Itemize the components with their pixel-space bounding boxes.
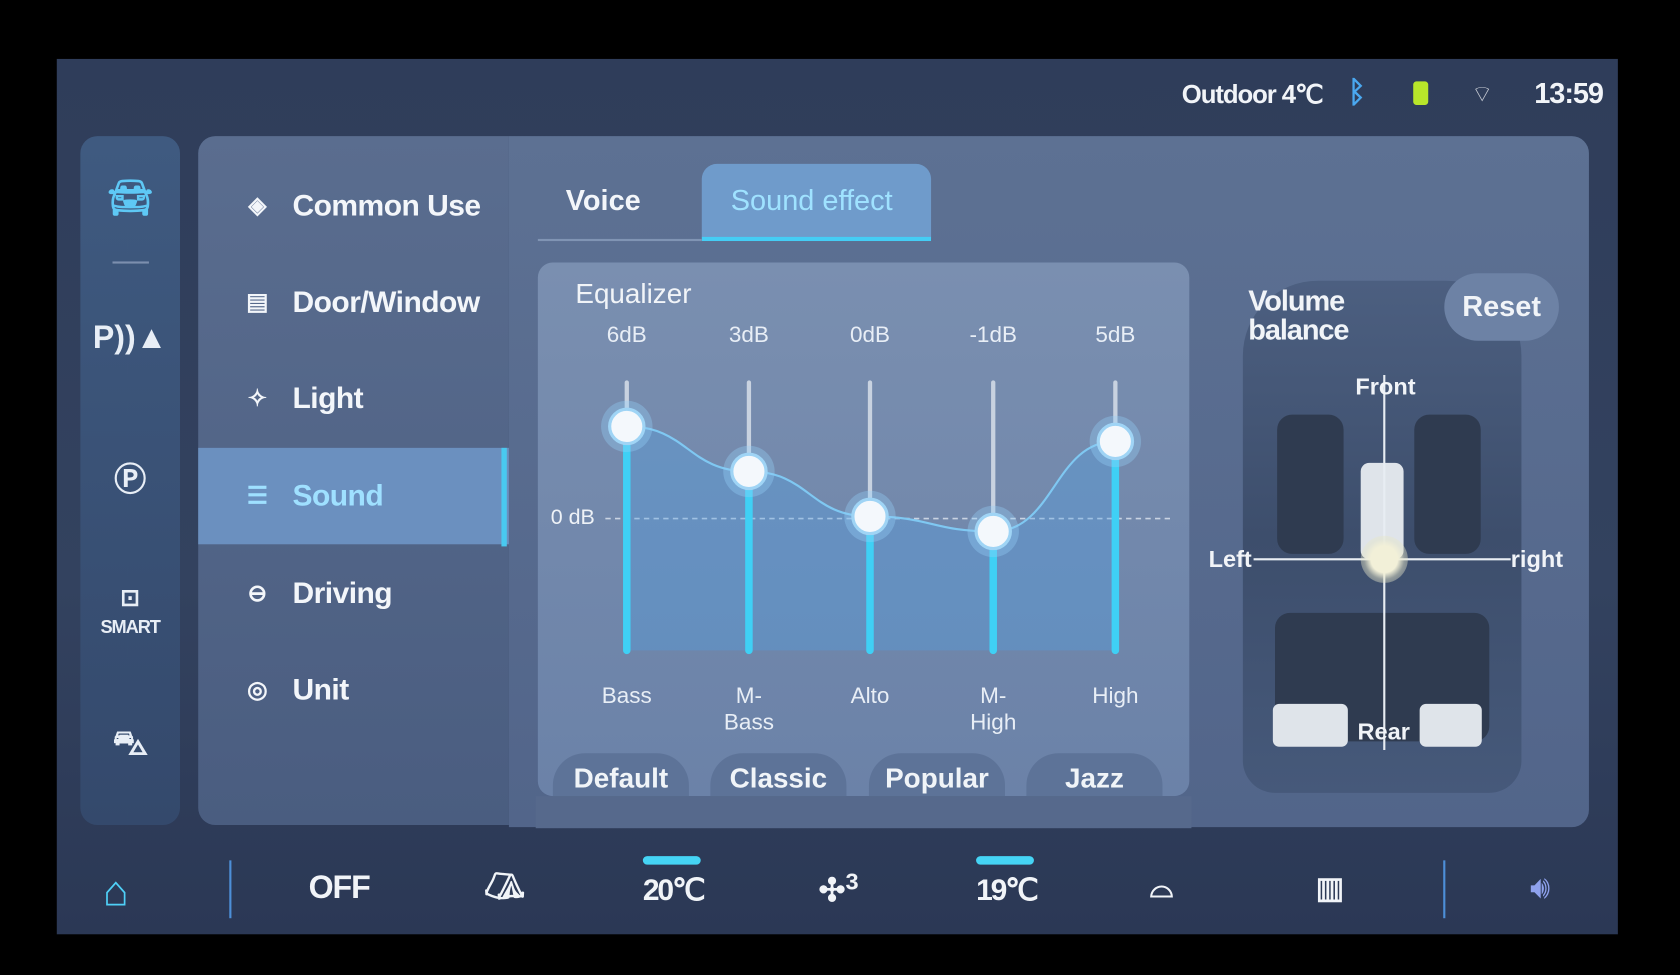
- stage: Outdoor 4℃ ᛒ ⌔ 13:59 🚘︎ P))▲ Ⓟ ⊡ SMART ⛍ …: [0, 0, 1680, 975]
- right-temp-indicator: [976, 856, 1034, 865]
- left-temperature[interactable]: 20℃: [643, 872, 706, 907]
- balance-handle[interactable]: [1360, 535, 1408, 583]
- front-label: Front: [1355, 372, 1416, 400]
- volume-icon[interactable]: 🔊︎: [1530, 870, 1550, 906]
- volume-balance-title: Volume balance: [1248, 285, 1349, 347]
- bottom-divider: [1443, 860, 1446, 919]
- eq-value-label: -1dB: [969, 322, 1017, 348]
- rear-left-seat-base: [1272, 703, 1348, 747]
- right-label: right: [1510, 545, 1564, 573]
- eq-knob-high[interactable]: [1096, 422, 1135, 461]
- front-defrost-icon[interactable]: ⌓: [1150, 870, 1174, 905]
- rear-label: Rear: [1357, 717, 1410, 745]
- eq-mask: [535, 796, 1192, 829]
- rear-right-seat-base: [1419, 703, 1482, 747]
- reset-button[interactable]: Reset: [1444, 273, 1559, 341]
- ac-off-button[interactable]: OFF: [309, 870, 371, 906]
- left-temp-indicator: [642, 856, 701, 865]
- eq-value-label: 3dB: [728, 322, 769, 348]
- eq-band-label: Bass: [601, 683, 652, 709]
- title-line: Volume: [1248, 285, 1345, 318]
- eq-knob-mbass[interactable]: [730, 452, 768, 491]
- eq-band-label: High: [1092, 683, 1139, 709]
- seat-airflow-icon[interactable]: ⛺︎: [484, 868, 525, 906]
- bottom-divider: [229, 860, 232, 919]
- left-label: Left: [1208, 545, 1252, 573]
- right-temperature[interactable]: 19℃: [976, 872, 1039, 907]
- eq-knob-bass[interactable]: [608, 407, 646, 446]
- rear-defrost-icon[interactable]: ▥: [1316, 870, 1344, 905]
- eq-value-label: 0dB: [849, 322, 891, 348]
- fan-icon: ✣: [818, 873, 846, 909]
- eq-value-label: 5dB: [1095, 322, 1136, 348]
- eq-band-label: Alto: [850, 683, 890, 709]
- eq-value-label: 6dB: [606, 322, 647, 348]
- eq-band-label: M- High: [970, 683, 1017, 736]
- eq-band-label: M- Bass: [723, 683, 774, 736]
- title-line: balance: [1248, 313, 1349, 347]
- front-right-seat: [1414, 414, 1481, 554]
- fan-speed-button[interactable]: ✣3: [819, 868, 859, 910]
- eq-knob-mhigh[interactable]: [974, 512, 1012, 551]
- home-icon[interactable]: ⌂: [103, 868, 129, 916]
- fan-level: 3: [845, 867, 859, 895]
- front-left-seat: [1277, 414, 1344, 554]
- eq-knob-alto[interactable]: [851, 497, 889, 536]
